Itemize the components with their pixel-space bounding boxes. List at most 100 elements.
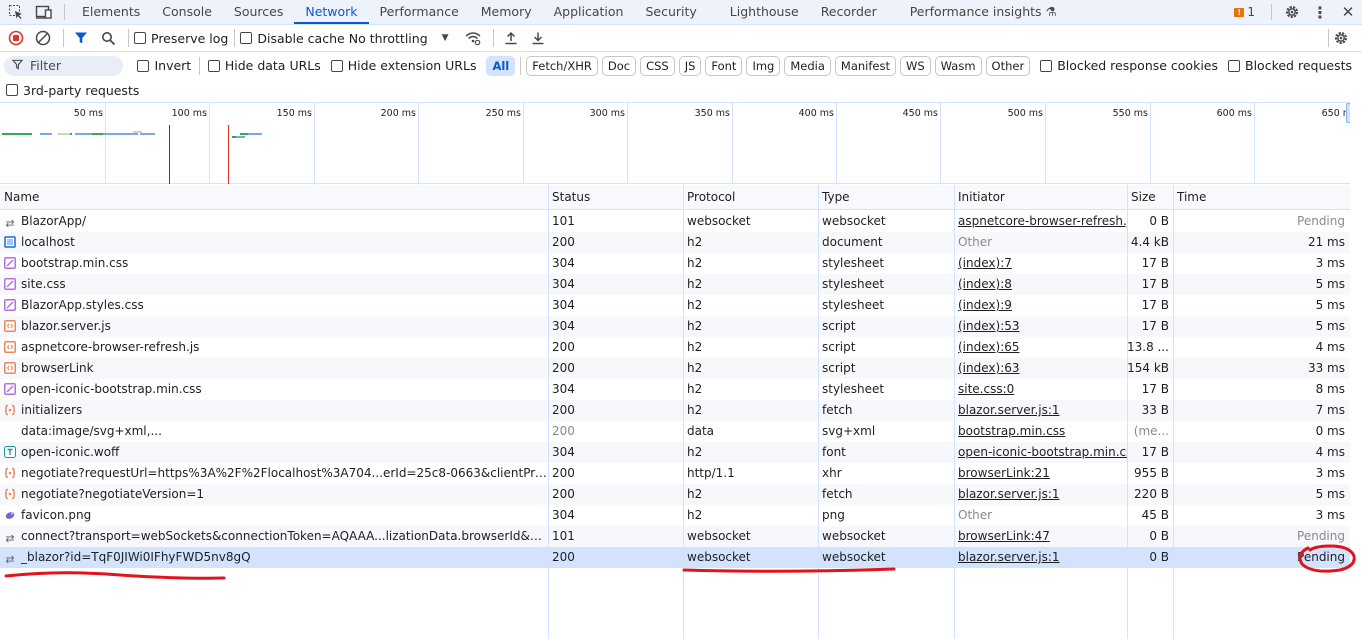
table-row[interactable]: aspnetcore-browser-refresh.js 200 h2 script… [0,337,1350,358]
table-row[interactable]: initializers 200 h2 fetch blazor.server.js:1… [0,400,1350,421]
table-row[interactable]: ⇄ _blazor?id=TqF0JIWi0IFhyFWD5nv8gQ 200 web… [0,547,1350,568]
cell-name[interactable]: favicon.png [0,505,548,526]
table-row[interactable]: browserLink 200 h2 script (index):63 154 kB 33… [0,358,1350,379]
table-row[interactable]: ⇄ BlazorApp/101 websocket websocket aspnetco… [0,211,1350,232]
checkbox-box[interactable] [1040,59,1053,72]
cell-initiator[interactable]: (index):63 [954,358,1127,379]
cell-initiator[interactable]: blazor.server.js:1 [954,484,1127,505]
cell-initiator[interactable]: Other [954,505,1127,526]
initiator-link[interactable]: open-iconic-bootstrap.min.css [958,445,1127,459]
blocked-response-cookies-checkbox[interactable]: Blocked response cookies [1040,58,1218,73]
column-divider[interactable] [548,185,549,639]
cell-initiator[interactable]: (index):53 [954,316,1127,337]
initiator-link[interactable]: blazor.server.js:1 [958,403,1060,417]
cell-name[interactable]: initializers [0,400,548,421]
filter-type-img[interactable]: Img [746,55,781,76]
filter-type-font[interactable]: Font [705,55,743,76]
invert-checkbox[interactable]: Invert [137,58,191,73]
cell-name[interactable]: ⇄ connect?transport=webSockets&connection… [0,526,548,547]
cell-name[interactable]: negotiate?negotiateVersion=1 [0,484,548,505]
record-stop-icon[interactable] [4,26,28,50]
search-icon[interactable] [96,26,120,50]
column-header-time[interactable]: Time [1173,185,1350,210]
filter-type-ws[interactable]: WS [899,55,931,76]
inspect-element-icon[interactable] [2,0,30,24]
cell-initiator[interactable]: site.css:0 [954,379,1127,400]
column-header-protocol[interactable]: Protocol [683,185,818,210]
close-icon[interactable]: ✕ [1334,0,1362,24]
tab-lighthouse[interactable]: Lighthouse [708,0,810,24]
table-row[interactable]: favicon.png 304 h2 png Other 45 B 3 ms [0,505,1350,526]
third-party-requests-checkbox[interactable]: 3rd-party requests [6,83,139,98]
initiator-link[interactable]: bootstrap.min.css [958,424,1065,438]
cell-initiator[interactable]: Other [954,232,1127,253]
initiator-link[interactable]: (index):8 [958,277,1012,291]
checkbox-box[interactable] [240,32,253,44]
cell-name[interactable]: open-iconic.woff [0,442,548,463]
filter-type-media[interactable]: Media [784,55,831,76]
cell-name[interactable]: bootstrap.min.css [0,253,548,274]
network-overview-timeline[interactable]: 50 ms 100 ms 150 ms 200 ms 250 ms 300 ms 350 m… [0,102,1360,184]
initiator-link[interactable]: (index):63 [958,361,1020,375]
column-header-name[interactable]: Name [0,185,548,210]
blocked-requests-checkbox[interactable]: Blocked requests [1228,58,1352,73]
network-settings-gear-icon[interactable] [1329,26,1353,50]
hide-extension-urls-checkbox[interactable]: Hide extension URLs [330,58,476,73]
cell-name[interactable]: aspnetcore-browser-refresh.js [0,337,548,358]
tab-memory[interactable]: Memory [470,0,543,24]
column-divider[interactable] [1127,185,1128,639]
cell-initiator[interactable]: (index):65 [954,337,1127,358]
cell-name[interactable]: open-iconic-bootstrap.min.css [0,379,548,400]
filter-type-js[interactable]: JS [678,55,702,76]
filter-type-fetch-xhr[interactable]: Fetch/XHR [526,55,598,76]
table-row[interactable]: open-iconic-bootstrap.min.css 304 h2 styles… [0,379,1350,400]
checkbox-box[interactable] [207,59,220,72]
checkbox-box[interactable] [6,84,18,96]
device-toolbar-icon[interactable] [30,0,58,24]
filter-type-other[interactable]: Other [985,55,1031,76]
column-header-initiator[interactable]: Initiator [954,185,1127,210]
cell-initiator[interactable]: (index):7 [954,253,1127,274]
checkbox-box[interactable] [1228,59,1240,72]
table-row[interactable]: BlazorApp.styles.css 304 h2 stylesheet (inde… [0,295,1350,316]
cell-initiator[interactable]: (index):9 [954,295,1127,316]
table-row[interactable]: data:image/svg+xml,... 200 data svg+xml boot… [0,421,1350,442]
filter-input[interactable]: Filter [4,55,124,76]
cell-initiator[interactable]: (index):8 [954,274,1127,295]
table-row[interactable]: localhost 200 h2 document Other 4.4 kB 21 ms [0,232,1350,253]
tab-sources[interactable]: Sources [223,0,294,24]
network-conditions-icon[interactable] [461,26,485,50]
export-har-icon[interactable] [526,26,550,50]
cell-initiator[interactable]: blazor.server.js:1 [954,400,1127,421]
table-row[interactable]: site.css 304 h2 stylesheet (index):8 17 B 5 ms [0,274,1350,295]
cell-name[interactable]: negotiate?requestUrl=https%3A%2F%2Flocal… [0,463,548,484]
throttling-select[interactable]: No throttling ▼ [349,31,449,46]
initiator-link[interactable]: blazor.server.js:1 [958,487,1060,501]
cell-name[interactable]: data:image/svg+xml,... [0,421,548,442]
column-divider[interactable] [818,185,819,639]
initiator-link[interactable]: (index):65 [958,340,1020,354]
cell-name[interactable]: browserLink [0,358,548,379]
table-row[interactable]: open-iconic.woff 304 h2 font open-iconic-boo… [0,442,1350,463]
table-row[interactable]: negotiate?negotiateVersion=1 200 h2 fetch bl… [0,484,1350,505]
tab-performance-insights[interactable]: Performance insights ⚗ [888,0,1068,24]
cell-name[interactable]: BlazorApp.styles.css [0,295,548,316]
clear-icon[interactable] [31,26,55,50]
cell-initiator[interactable]: open-iconic-bootstrap.min.css [954,442,1127,463]
tab-performance[interactable]: Performance [369,0,470,24]
tab-application[interactable]: Application [543,0,635,24]
cell-initiator[interactable]: bootstrap.min.css [954,421,1127,442]
checkbox-box[interactable] [134,32,146,44]
initiator-link[interactable]: (index):9 [958,298,1012,312]
filter-funnel-icon[interactable] [69,26,93,50]
checkbox-box[interactable] [330,59,343,72]
hide-data-urls-checkbox[interactable]: Hide data URLs [207,58,321,73]
initiator-link[interactable]: aspnetcore-browser-refresh.js:26 [958,214,1127,228]
initiator-link[interactable]: site.css:0 [958,382,1014,396]
tab-security[interactable]: Security [634,0,707,24]
filter-type-manifest[interactable]: Manifest [834,55,896,76]
column-divider[interactable] [954,185,955,639]
column-divider[interactable] [683,185,684,639]
cell-name[interactable]: blazor.server.js [0,316,548,337]
cell-initiator[interactable]: blazor.server.js:1 [954,547,1127,568]
